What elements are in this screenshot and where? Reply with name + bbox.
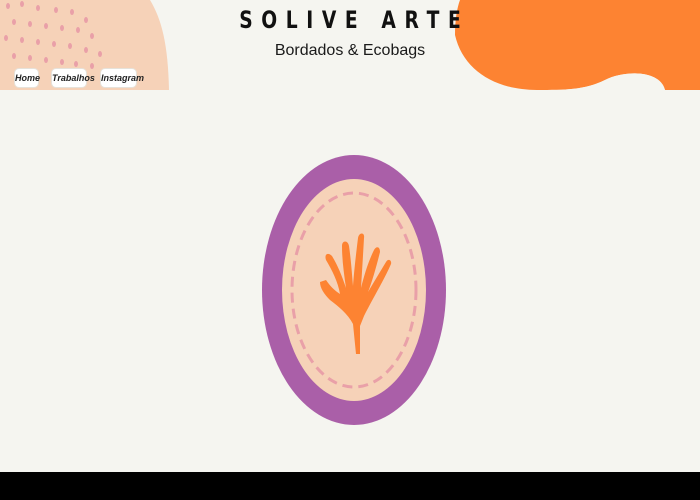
site-header: SOLIVE ARTE Bordados & Ecobags Home Trab…	[0, 0, 700, 90]
site-subtitle: Bordados & Ecobags	[274, 42, 426, 59]
nav-instagram-button[interactable]: Instagram	[101, 69, 144, 87]
footer-bar	[0, 472, 700, 500]
nav-trabalhos-button[interactable]: Trabalhos	[52, 69, 95, 87]
nav-home-button[interactable]: Home	[15, 69, 40, 87]
brand: SOLIVE ARTE Bordados & Ecobags	[0, 6, 700, 60]
site-title: SOLIVE ARTE	[239, 6, 470, 34]
hero-section	[0, 90, 700, 472]
embroidery-hoop-hand-icon	[262, 155, 446, 425]
